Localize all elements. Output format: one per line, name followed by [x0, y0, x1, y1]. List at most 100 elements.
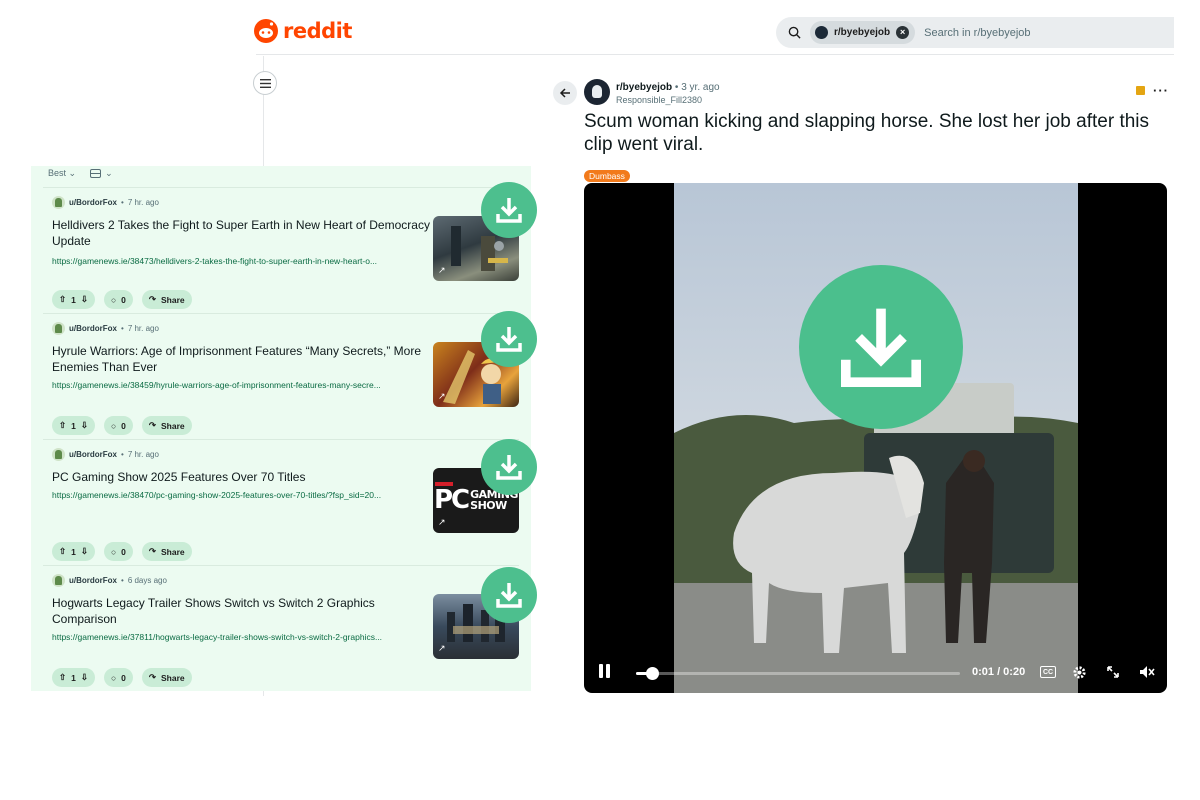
post-top-actions: ···	[1136, 84, 1169, 97]
subreddit-name[interactable]: r/byebyejob	[616, 82, 672, 93]
search-scope-chip[interactable]: r/byebyejob ×	[810, 21, 916, 44]
download-button[interactable]	[481, 182, 537, 238]
share-button[interactable]: ↷ Share	[141, 542, 192, 561]
share-label: Share	[160, 546, 185, 557]
video-player[interactable]: 0:01 / 0:20 CC	[584, 183, 1167, 693]
user-avatar	[52, 448, 65, 461]
vote-control[interactable]: ⇧ 1 ⇩	[52, 542, 95, 561]
downvote-icon[interactable]: ⇩	[81, 546, 88, 557]
post-meta: u/BordorFox • 7 hr. ago	[52, 448, 159, 461]
download-button[interactable]	[481, 567, 537, 623]
list-item[interactable]: u/BordorFox • 7 hr. ago Hyrule Warriors:…	[43, 313, 519, 439]
award-icon[interactable]	[1136, 86, 1145, 95]
layout-icon	[90, 168, 102, 178]
upvote-icon[interactable]: ⇧	[59, 672, 66, 683]
download-icon	[496, 583, 522, 608]
share-icon: ↷	[148, 546, 156, 556]
view-dropdown[interactable]: ⌄	[90, 168, 113, 179]
separator-dot: •	[121, 324, 124, 333]
comments-button[interactable]: ○ 0	[103, 542, 133, 561]
share-button[interactable]: ↷ Share	[141, 668, 192, 687]
post-actions: ⇧ 1 ⇩ ○ 0 ↷ Share	[52, 416, 192, 435]
feed-panel: Best ⌄ ⌄ u/BordorFox • 7 hr. ago Helldiv…	[31, 166, 537, 691]
downvote-icon[interactable]: ⇩	[81, 420, 88, 431]
sort-dropdown[interactable]: Best ⌄	[48, 168, 76, 179]
settings-button[interactable]	[1072, 664, 1087, 680]
share-label: Share	[160, 672, 185, 683]
expand-icon	[1107, 666, 1119, 678]
post-link[interactable]: https://gamenews.ie/38473/helldivers-2-t…	[52, 256, 430, 266]
post-author[interactable]: u/BordorFox	[69, 576, 117, 585]
download-button[interactable]	[481, 311, 537, 367]
back-button[interactable]	[553, 81, 577, 105]
arrow-left-icon	[559, 88, 570, 98]
download-button[interactable]	[481, 439, 537, 495]
vote-control[interactable]: ⇧ 1 ⇩	[52, 290, 95, 309]
post-age: 3 yr. ago	[681, 82, 720, 93]
post-title[interactable]: Hyrule Warriors: Age of Imprisonment Fea…	[52, 343, 430, 375]
seek-bar[interactable]	[636, 667, 960, 680]
post-flair[interactable]: Dumbass	[584, 170, 630, 182]
downvote-icon[interactable]: ⇩	[81, 672, 88, 683]
fullscreen-button[interactable]	[1106, 664, 1120, 680]
sort-label: Best	[48, 167, 67, 178]
downvote-icon[interactable]: ⇩	[81, 294, 88, 305]
comment-icon: ○	[110, 420, 117, 431]
upvote-icon[interactable]: ⇧	[59, 294, 66, 305]
clear-scope-icon[interactable]: ×	[896, 26, 910, 39]
post-age: 7 hr. ago	[127, 324, 159, 333]
share-icon: ↷	[148, 420, 156, 430]
post-title[interactable]: PC Gaming Show 2025 Features Over 70 Tit…	[52, 469, 430, 485]
post-author[interactable]: Responsible_Fill2380	[616, 95, 702, 105]
post-author[interactable]: u/BordorFox	[69, 450, 117, 459]
comments-button[interactable]: ○ 0	[103, 290, 133, 309]
subreddit-avatar[interactable]	[584, 79, 610, 105]
post-author[interactable]: u/BordorFox	[69, 198, 117, 207]
post-title[interactable]: Hogwarts Legacy Trailer Shows Switch vs …	[52, 595, 430, 627]
search-bar[interactable]: r/byebyejob × Search in r/byebyejob	[776, 17, 1174, 48]
more-options-icon[interactable]: ···	[1153, 84, 1169, 97]
separator-dot: •	[121, 450, 124, 459]
upvote-icon[interactable]: ⇧	[59, 546, 66, 557]
logo-show: SHOW	[470, 499, 507, 512]
post-link[interactable]: https://gamenews.ie/37811/hogwarts-legac…	[52, 632, 430, 642]
share-button[interactable]: ↷ Share	[141, 416, 192, 435]
list-item[interactable]: u/BordorFox • 7 hr. ago Helldivers 2 Tak…	[43, 187, 519, 313]
pause-button[interactable]	[598, 664, 612, 680]
menu-toggle-button[interactable]	[253, 71, 277, 95]
header-divider	[256, 54, 1174, 55]
seek-handle[interactable]	[646, 667, 660, 680]
post-meta: u/BordorFox • 6 days ago	[52, 574, 167, 587]
comments-button[interactable]: ○ 0	[103, 668, 133, 687]
gear-icon	[1073, 665, 1086, 679]
search-input[interactable]: Search in r/byebyejob	[924, 27, 1030, 39]
video-time: 0:01 / 0:20	[972, 666, 1026, 678]
post-link[interactable]: https://gamenews.ie/38470/pc-gaming-show…	[52, 490, 430, 500]
post-title[interactable]: Helldivers 2 Takes the Fight to Super Ea…	[52, 217, 430, 249]
captions-button[interactable]: CC	[1040, 666, 1056, 678]
share-label: Share	[160, 420, 185, 431]
post-link[interactable]: https://gamenews.ie/38459/hyrule-warrior…	[52, 380, 430, 390]
page: reddit r/byebyejob × Search in r/byebyej…	[0, 0, 1200, 800]
download-icon	[496, 327, 522, 352]
captions-label: CC	[1042, 668, 1054, 676]
reddit-logo[interactable]: reddit	[254, 19, 352, 43]
comment-count: 0	[121, 672, 126, 683]
mute-button[interactable]	[1139, 664, 1155, 680]
share-button[interactable]: ↷ Share	[141, 290, 192, 309]
vote-control[interactable]: ⇧ 1 ⇩	[52, 416, 95, 435]
subreddit-avatar-icon	[815, 26, 828, 39]
upvote-icon[interactable]: ⇧	[59, 420, 66, 431]
list-item[interactable]: u/BordorFox • 7 hr. ago PC Gaming Show 2…	[43, 439, 519, 565]
logo-accent	[435, 482, 453, 486]
video-frame	[674, 183, 1078, 693]
vote-count: 1	[71, 546, 76, 557]
search-icon	[788, 26, 801, 39]
download-video-button[interactable]	[799, 265, 963, 429]
post-author[interactable]: u/BordorFox	[69, 324, 117, 333]
list-item[interactable]: u/BordorFox • 6 days ago Hogwarts Legacy…	[43, 565, 519, 691]
chevron-down-icon: ⌄	[68, 167, 77, 178]
vote-control[interactable]: ⇧ 1 ⇩	[52, 668, 95, 687]
comments-button[interactable]: ○ 0	[103, 416, 133, 435]
vote-count: 1	[71, 420, 76, 431]
